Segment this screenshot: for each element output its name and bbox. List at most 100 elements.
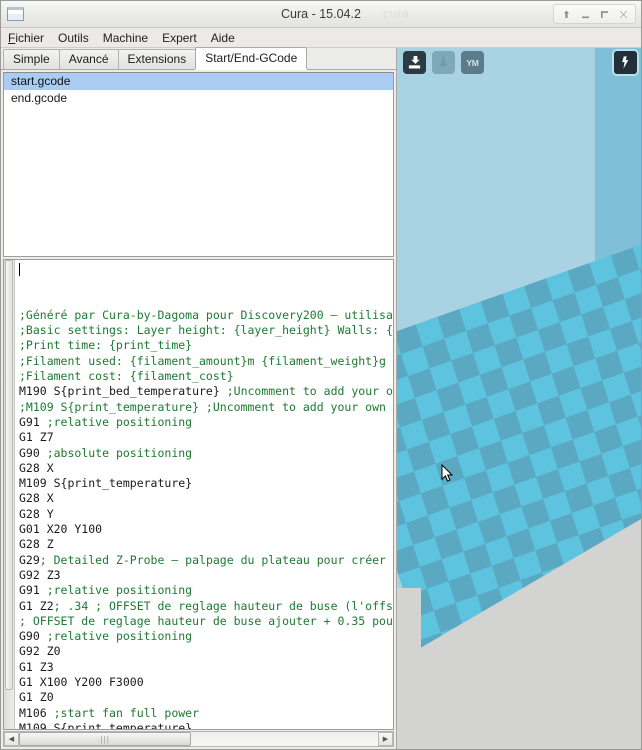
tab-avance[interactable]: Avancé xyxy=(58,49,119,69)
gcode-command: G28 X xyxy=(19,491,54,506)
list-item-end-gcode[interactable]: end.gcode xyxy=(4,90,393,107)
gcode-command: G92 Z3 xyxy=(19,567,61,582)
tab-avance-label: Avancé xyxy=(68,52,109,66)
gcode-line: ;Généré par Cura-by-Dagoma pour Discover… xyxy=(19,307,393,322)
gcode-line: M109 S{print_temperature} xyxy=(19,721,393,729)
gcode-command: M106 xyxy=(19,705,47,720)
window-title: Cura - 15.04.2 xyxy=(281,7,361,21)
minimize-icon[interactable] xyxy=(576,6,594,22)
menu-item-fichier[interactable]: Fichier xyxy=(8,28,53,48)
gcode-line: G28 Y xyxy=(19,507,393,522)
gcode-line: ; OFFSET de reglage hauteur de buse ajou… xyxy=(19,613,393,628)
gcode-line: ;Filament used: {filament_amount}m {fila… xyxy=(19,353,386,368)
gcode-line: G1 Z3 xyxy=(19,660,393,675)
gcode-line: M109 S{print_temperature} xyxy=(19,476,393,491)
tab-extensions-label: Extensions xyxy=(127,52,187,66)
list-item-start-gcode[interactable]: start.gcode xyxy=(4,73,393,90)
print-button-disabled xyxy=(432,51,455,74)
menu-item-expert-label: Expert xyxy=(162,30,197,45)
gcode-line: G28 Z xyxy=(19,537,393,552)
gcode-line: G1 Z2; .34 ; OFFSET de reglage hauteur d… xyxy=(19,598,393,613)
horizontal-scroll-track[interactable]: ||| xyxy=(19,732,378,746)
close-icon[interactable] xyxy=(614,6,632,22)
gcode-command: G28 X xyxy=(19,460,54,475)
ym-button[interactable]: YM xyxy=(461,51,484,74)
menu-item-machine-label: Machine xyxy=(102,30,149,45)
tab-simple-label: Simple xyxy=(13,52,50,66)
gcode-command: M109 S{print_temperature} xyxy=(19,476,193,491)
gcode-line: M106 ;start fan full power xyxy=(19,705,200,720)
menu-item-outils[interactable]: Outils xyxy=(58,28,98,48)
gcode-file-list[interactable]: start.gcode end.gcode xyxy=(3,72,394,257)
gcode-line: G28 X xyxy=(19,461,393,476)
gcode-line: ;Print time: {print_time} xyxy=(19,338,193,353)
gcode-command: G1 Z7 xyxy=(19,430,54,445)
gcode-command: G91 xyxy=(19,583,40,598)
menu-item-aide[interactable]: Aide xyxy=(211,28,244,48)
restore-icon[interactable] xyxy=(595,6,613,22)
gcode-line: ;Basic settings: Layer height: {layer_he… xyxy=(19,323,393,338)
scroll-thumb-grip: ||| xyxy=(100,734,110,744)
gcode-command: G1 Z2 xyxy=(19,598,54,613)
text-caret xyxy=(19,263,20,276)
3d-viewport[interactable]: YM xyxy=(397,48,641,749)
gcode-command: G29 xyxy=(19,552,40,567)
cura-application-window: Cura - 15.04.2 cura Fichier Outils Machi… xyxy=(0,0,642,750)
menu-item-outils-label: Outils xyxy=(58,30,89,45)
scroll-right-arrow-icon[interactable]: ▶ xyxy=(378,732,393,746)
gcode-command: G92 Z0 xyxy=(19,644,61,659)
gcode-command: M190 S{print_bed_temperature} xyxy=(19,384,220,399)
gcode-text-area[interactable]: ;Généré par Cura-by-Dagoma pour Discover… xyxy=(15,260,393,729)
gcode-line: G91 ;relative positioning xyxy=(19,414,193,429)
gcode-command: G1 X100 Y200 F3000 xyxy=(19,675,144,690)
tab-extensions[interactable]: Extensions xyxy=(117,49,197,69)
gcode-line: G28 X xyxy=(19,491,393,506)
main-split: Simple Avancé Extensions Start/End-GCode… xyxy=(1,47,641,749)
tab-start-end-gcode[interactable]: Start/End-GCode xyxy=(195,47,308,69)
menu-item-fichier-rest: ichier xyxy=(15,30,45,45)
gcode-line: G01 X20 Y100 xyxy=(19,522,393,537)
gcode-command: G01 X20 Y100 xyxy=(19,522,103,537)
gcode-line: G92 Z0 xyxy=(19,644,393,659)
gcode-line: G91 ;relative positioning xyxy=(19,583,193,598)
tab-simple[interactable]: Simple xyxy=(3,49,60,69)
gcode-line: G1 Z7 xyxy=(19,430,393,445)
editor-vertical-scrollbar[interactable] xyxy=(4,260,15,729)
gcode-line: ;Filament cost: {filament_cost} xyxy=(19,369,234,384)
gcode-command: G28 Z xyxy=(19,537,54,552)
gcode-line: G90 ;relative positioning xyxy=(19,629,193,644)
menu-item-aide-label: Aide xyxy=(210,30,235,45)
horizontal-scroll-thumb[interactable]: ||| xyxy=(19,732,192,746)
gcode-line: M190 S{print_bed_temperature} ;Uncomment… xyxy=(19,384,393,399)
menu-item-expert[interactable]: Expert xyxy=(162,28,206,48)
load-model-button[interactable] xyxy=(403,51,426,74)
gcode-editor[interactable]: ;Généré par Cura-by-Dagoma pour Discover… xyxy=(3,259,394,730)
editor-horizontal-scrollbar[interactable]: ◀ ||| ▶ xyxy=(3,731,394,747)
menu-item-machine[interactable]: Machine xyxy=(103,28,157,48)
settings-pane: Simple Avancé Extensions Start/End-GCode… xyxy=(1,47,397,749)
ym-button-label: YM xyxy=(466,57,479,68)
gcode-command: M109 S{print_temperature} xyxy=(19,720,193,729)
title-bar: Cura - 15.04.2 cura xyxy=(1,1,641,28)
window-controls xyxy=(553,4,636,24)
gcode-command: G91 xyxy=(19,414,40,429)
gcode-line: G1 X100 Y200 F3000 xyxy=(19,675,393,690)
tab-strip-filler xyxy=(306,49,396,69)
gcode-command: G28 Y xyxy=(19,506,54,521)
gcode-line: G29; Detailed Z-Probe — palpage du plate… xyxy=(19,552,393,567)
gcode-command: G90 xyxy=(19,445,40,460)
menu-bar: Fichier Outils Machine Expert Aide xyxy=(1,28,641,48)
gcode-line: G90 ;absolute positioning xyxy=(19,445,193,460)
gcode-command: G1 Z3 xyxy=(19,659,54,674)
gcode-line: G92 Z3 xyxy=(19,568,393,583)
editor-vertical-scrollbar-thumb[interactable] xyxy=(5,260,13,690)
scroll-left-arrow-icon[interactable]: ◀ xyxy=(4,732,19,746)
view-mode-button[interactable] xyxy=(614,51,637,74)
gcode-line: G1 Z0 xyxy=(19,690,393,705)
window-title-ghost: cura xyxy=(383,7,410,21)
gcode-command: G90 xyxy=(19,629,40,644)
platform-left-mask xyxy=(397,588,421,749)
gcode-line: ;M109 S{print_temperature} ;Uncomment to… xyxy=(19,399,393,414)
maximize-restore-icon[interactable] xyxy=(557,6,575,22)
viewport-toolbar: YM xyxy=(403,51,484,74)
